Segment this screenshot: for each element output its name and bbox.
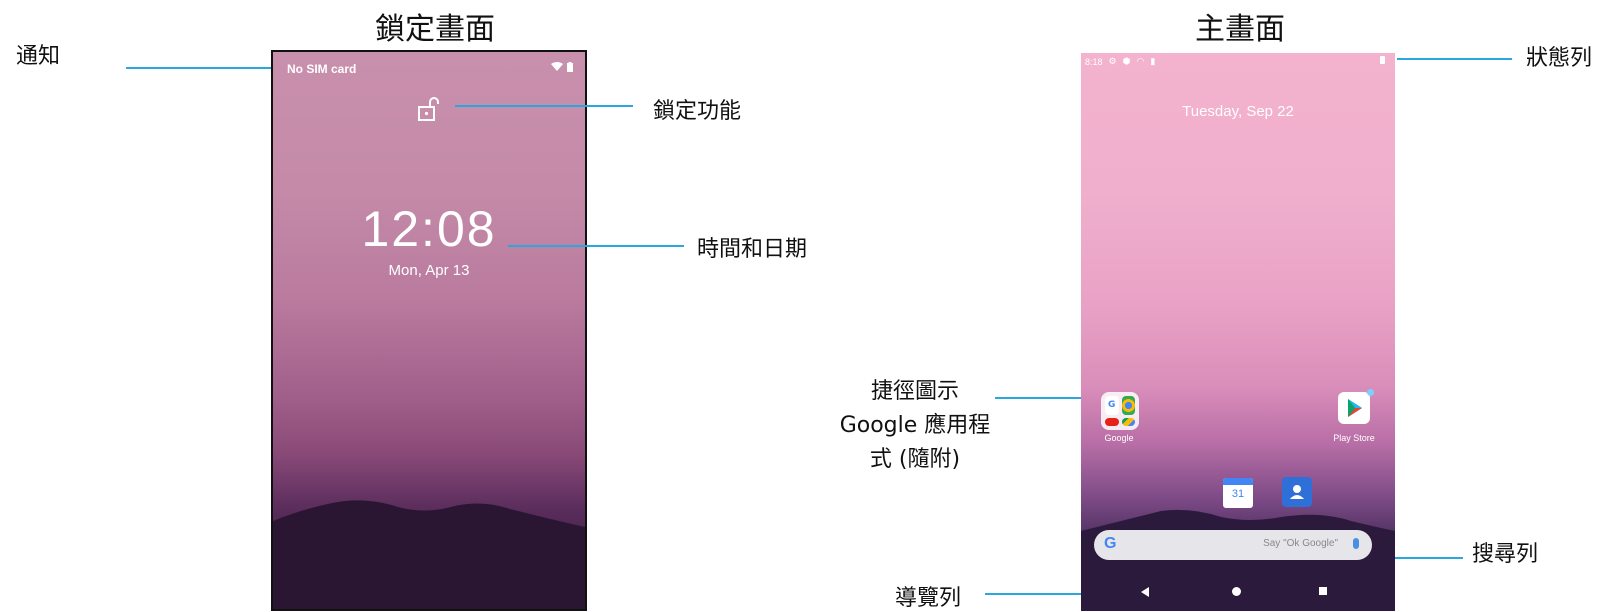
home-screen-title: 主畫面 <box>1195 12 1285 47</box>
callout-line-notification <box>126 67 271 69</box>
home-button[interactable] <box>1232 587 1241 596</box>
callout-navigation: 導覽列 <box>895 586 962 611</box>
callout-line-status-bar <box>1397 58 1512 60</box>
callout-search-bar: 搜尋列 <box>1472 542 1539 567</box>
search-hint: Say "Ok Google" <box>1263 538 1338 549</box>
lock-date: Mon, Apr 13 <box>388 262 470 279</box>
google-icon: G <box>1105 396 1119 415</box>
microphone-icon[interactable] <box>1353 538 1359 549</box>
search-bar[interactable]: G Say "Ok Google" <box>1094 530 1372 560</box>
callout-notification: 通知 <box>16 44 61 69</box>
recent-apps-button[interactable] <box>1319 587 1327 595</box>
lock-screen-phone: No SIM card 12:08 Mon, Apr 13 <box>271 50 587 611</box>
callout-line-time-date <box>508 245 684 247</box>
callout-lock-feature: 鎖定功能 <box>653 99 742 124</box>
sd-card-icon: ▮ <box>1150 56 1156 66</box>
google-logo-icon: G <box>1104 535 1117 552</box>
gear-icon: ⚙ <box>1108 56 1117 66</box>
unlock-icon[interactable] <box>417 96 439 122</box>
lock-screen-title: 鎖定畫面 <box>375 12 495 47</box>
play-store-icon[interactable] <box>1338 392 1370 424</box>
navigation-bar <box>1081 573 1395 611</box>
carrier-text: No SIM card <box>287 62 357 76</box>
lock-clock: 12:08 <box>361 201 497 257</box>
battery-icon <box>567 62 573 72</box>
callout-shortcuts-line2: Google 應用程 <box>839 413 991 438</box>
callout-shortcuts-line3: 式 (隨附) <box>869 447 961 472</box>
back-button[interactable] <box>1141 587 1149 597</box>
callout-shortcuts: 捷徑圖示 Google 應用程 式 (隨附) <box>810 375 1020 477</box>
youtube-icon <box>1105 417 1119 426</box>
chrome-icon <box>1121 396 1135 415</box>
callout-line-lock-feature <box>455 105 633 107</box>
callout-shortcuts-line1: 捷徑圖示 <box>870 379 959 404</box>
wifi-icon <box>551 62 563 71</box>
battery-icon <box>1380 56 1385 64</box>
lock-status-bar: No SIM card <box>287 62 573 76</box>
mountain-silhouette <box>273 500 585 609</box>
home-date[interactable]: Tuesday, Sep 22 <box>1081 103 1395 120</box>
shield-icon: ⬢ <box>1122 56 1131 66</box>
callout-line-search-bar <box>1395 557 1463 559</box>
wifi-off-icon: ◠ <box>1136 56 1145 66</box>
callout-status-bar: 狀態列 <box>1526 46 1593 71</box>
play-store-label: Play Store <box>1333 433 1375 443</box>
home-status-bar: 8:18 ⚙ ⬢ ◠ ▮ <box>1085 56 1155 67</box>
home-screen-phone: 8:18 ⚙ ⬢ ◠ ▮ Tuesday, Sep 22 G Google Pl… <box>1081 53 1395 611</box>
status-time: 8:18 <box>1085 56 1103 67</box>
drive-icon <box>1121 417 1135 426</box>
callout-line-shortcuts <box>995 397 1081 399</box>
google-folder-label: Google <box>1104 433 1134 443</box>
callout-line-navigation <box>985 593 1081 595</box>
google-folder[interactable]: G <box>1101 392 1139 430</box>
callout-time-date: 時間和日期 <box>697 237 808 262</box>
notification-dot <box>1367 389 1374 396</box>
